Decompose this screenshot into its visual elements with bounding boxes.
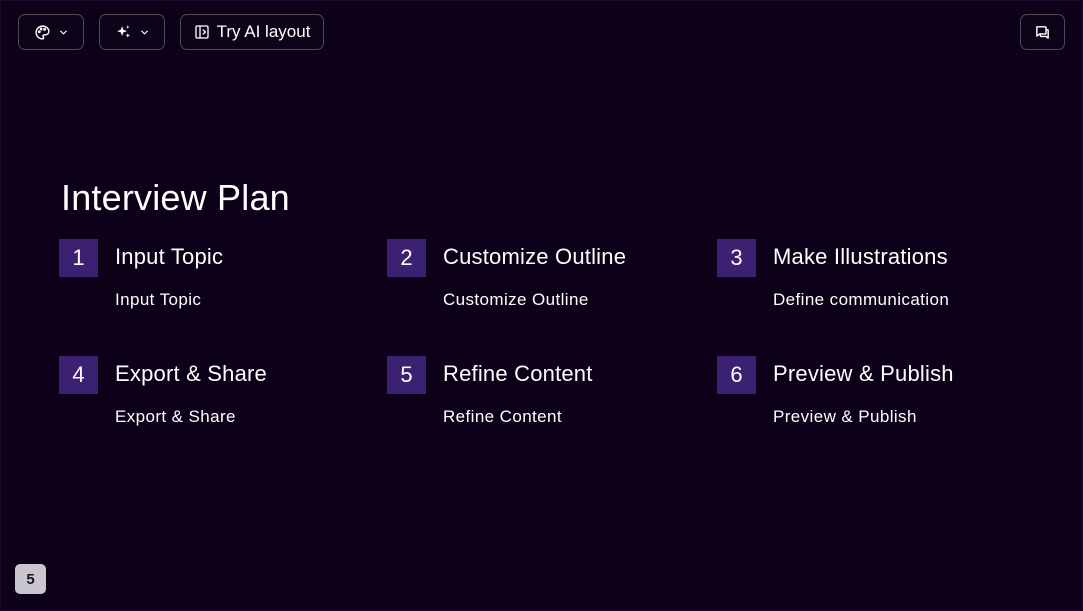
palette-icon: [34, 24, 51, 41]
sparkles-icon: [115, 24, 132, 41]
chevron-down-icon: [139, 27, 150, 38]
comment-icon: [1034, 24, 1051, 41]
layout-icon: [194, 24, 210, 40]
step-number-badge: 6: [717, 356, 756, 394]
try-ai-layout-label: Try AI layout: [216, 22, 311, 41]
step-number-badge: 4: [59, 356, 98, 394]
step-title[interactable]: Preview & Publish: [773, 360, 954, 388]
step-title[interactable]: Refine Content: [443, 360, 593, 388]
step-title[interactable]: Customize Outline: [443, 243, 626, 271]
step-title[interactable]: Export & Share: [115, 360, 267, 388]
comments-button[interactable]: [1020, 14, 1065, 50]
step-number-badge: 1: [59, 239, 98, 277]
slide-title[interactable]: Interview Plan: [61, 177, 290, 219]
step-number-badge: 5: [387, 356, 426, 394]
step-card-1[interactable]: 1 Input Topic Input Topic: [59, 239, 379, 329]
step-description[interactable]: Export & Share: [115, 406, 236, 428]
step-description[interactable]: Customize Outline: [443, 289, 589, 311]
step-card-3[interactable]: 3 Make Illustrations Define communicatio…: [717, 239, 1037, 329]
step-description[interactable]: Input Topic: [115, 289, 201, 311]
chevron-down-icon: [58, 27, 69, 38]
step-description[interactable]: Preview & Publish: [773, 406, 917, 428]
theme-menu-button[interactable]: [18, 14, 84, 50]
step-card-2[interactable]: 2 Customize Outline Customize Outline: [387, 239, 707, 329]
step-title[interactable]: Make Illustrations: [773, 243, 948, 271]
step-card-6[interactable]: 6 Preview & Publish Preview & Publish: [717, 356, 1037, 446]
step-title[interactable]: Input Topic: [115, 243, 223, 271]
step-card-5[interactable]: 5 Refine Content Refine Content: [387, 356, 707, 446]
step-card-4[interactable]: 4 Export & Share Export & Share: [59, 356, 379, 446]
step-description[interactable]: Define communication: [773, 289, 949, 311]
step-description[interactable]: Refine Content: [443, 406, 562, 428]
step-number-badge: 2: [387, 239, 426, 277]
step-number-badge: 3: [717, 239, 756, 277]
page-number-badge[interactable]: 5: [15, 564, 46, 594]
ai-menu-button[interactable]: [99, 14, 165, 50]
slide-editor: Try AI layout Interview Plan 1 Input Top…: [0, 0, 1083, 611]
try-ai-layout-button[interactable]: Try AI layout: [180, 14, 324, 50]
